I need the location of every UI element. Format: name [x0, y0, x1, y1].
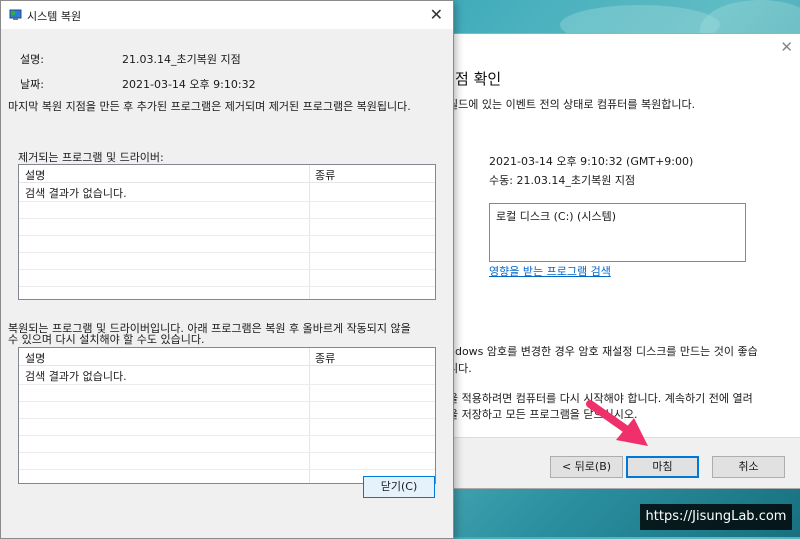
info-text: 마지막 복원 지점을 만든 후 추가된 프로그램은 제거되며 제거된 프로그램은… — [8, 100, 411, 113]
system-restore-dialog: 시스템 복원 ✕ 설명: 21.03.14_초기복원 지점 날짜: 2021-0… — [0, 0, 454, 539]
table-row — [19, 435, 435, 436]
back-button[interactable]: < 뒤로(B) — [550, 456, 623, 478]
system-restore-icon — [9, 9, 22, 20]
table-row — [19, 452, 435, 453]
column-header-description[interactable]: 설명 — [25, 350, 45, 366]
column-header-type[interactable]: 종류 — [315, 350, 335, 366]
confirm-intro-text: 필드에 있는 이벤트 전의 상태로 컴퓨터를 복원합니다. — [448, 98, 696, 111]
finish-button[interactable]: 마침 — [626, 456, 699, 478]
table-header: 설명 종류 — [19, 348, 435, 366]
dialog-body: 설명: 21.03.14_초기복원 지점 날짜: 2021-03-14 오후 9… — [1, 29, 453, 538]
table-row — [19, 384, 435, 385]
column-header-type[interactable]: 종류 — [315, 167, 335, 183]
close-icon[interactable]: ✕ — [430, 5, 443, 24]
pointer-arrow-icon — [586, 400, 648, 446]
empty-result-text: 검색 결과가 없습니다. — [25, 370, 127, 383]
column-separator — [309, 348, 310, 483]
watermark: https://JisungLab.com — [640, 504, 792, 530]
table-row — [19, 201, 435, 202]
table-row — [19, 401, 435, 402]
removed-programs-heading: 제거되는 프로그램 및 드라이버: — [18, 151, 164, 164]
password-note: ndows 암호를 변경한 경우 암호 재설정 디스크를 만드는 것이 좋습 — [448, 345, 758, 358]
window-title: 시스템 복원 — [27, 10, 82, 23]
empty-result-text: 검색 결과가 없습니다. — [25, 187, 127, 200]
date-value: 2021-03-14 오후 9:10:32 — [122, 78, 256, 91]
description-value: 21.03.14_초기복원 지점 — [122, 53, 241, 66]
table-row — [19, 286, 435, 287]
removed-programs-table[interactable]: 설명 종류 검색 결과가 없습니다. — [18, 164, 436, 300]
restored-programs-heading-cont: 수 있으며 다시 설치해야 할 수도 있습니다. — [8, 333, 205, 346]
table-row — [19, 218, 435, 219]
table-row — [19, 252, 435, 253]
description-label: 설명: — [20, 53, 44, 66]
confirm-title: 점 확인 — [455, 70, 502, 88]
restore-description: 수동: 21.03.14_초기복원 지점 — [489, 174, 636, 187]
restore-datetime: 2021-03-14 오후 9:10:32 (GMT+9:00) — [489, 155, 694, 168]
table-row — [19, 269, 435, 270]
drive-item[interactable]: 로컬 디스크 (C:) (시스템) — [496, 208, 616, 224]
column-separator — [309, 165, 310, 299]
close-icon[interactable]: ✕ — [780, 38, 793, 56]
table-row — [19, 418, 435, 419]
column-header-description[interactable]: 설명 — [25, 167, 45, 183]
scan-affected-programs-link[interactable]: 영향을 받는 프로그램 검색 — [489, 263, 611, 279]
close-button[interactable]: 닫기(C) — [363, 476, 435, 498]
table-row — [19, 469, 435, 470]
title-bar: 시스템 복원 ✕ — [1, 1, 453, 29]
cancel-button[interactable]: 취소 — [712, 456, 785, 478]
restored-programs-table[interactable]: 설명 종류 검색 결과가 없습니다. — [18, 347, 436, 484]
table-header: 설명 종류 — [19, 165, 435, 183]
drives-list[interactable]: 로컬 디스크 (C:) (시스템) — [489, 203, 746, 262]
date-label: 날짜: — [20, 78, 44, 91]
table-row — [19, 235, 435, 236]
